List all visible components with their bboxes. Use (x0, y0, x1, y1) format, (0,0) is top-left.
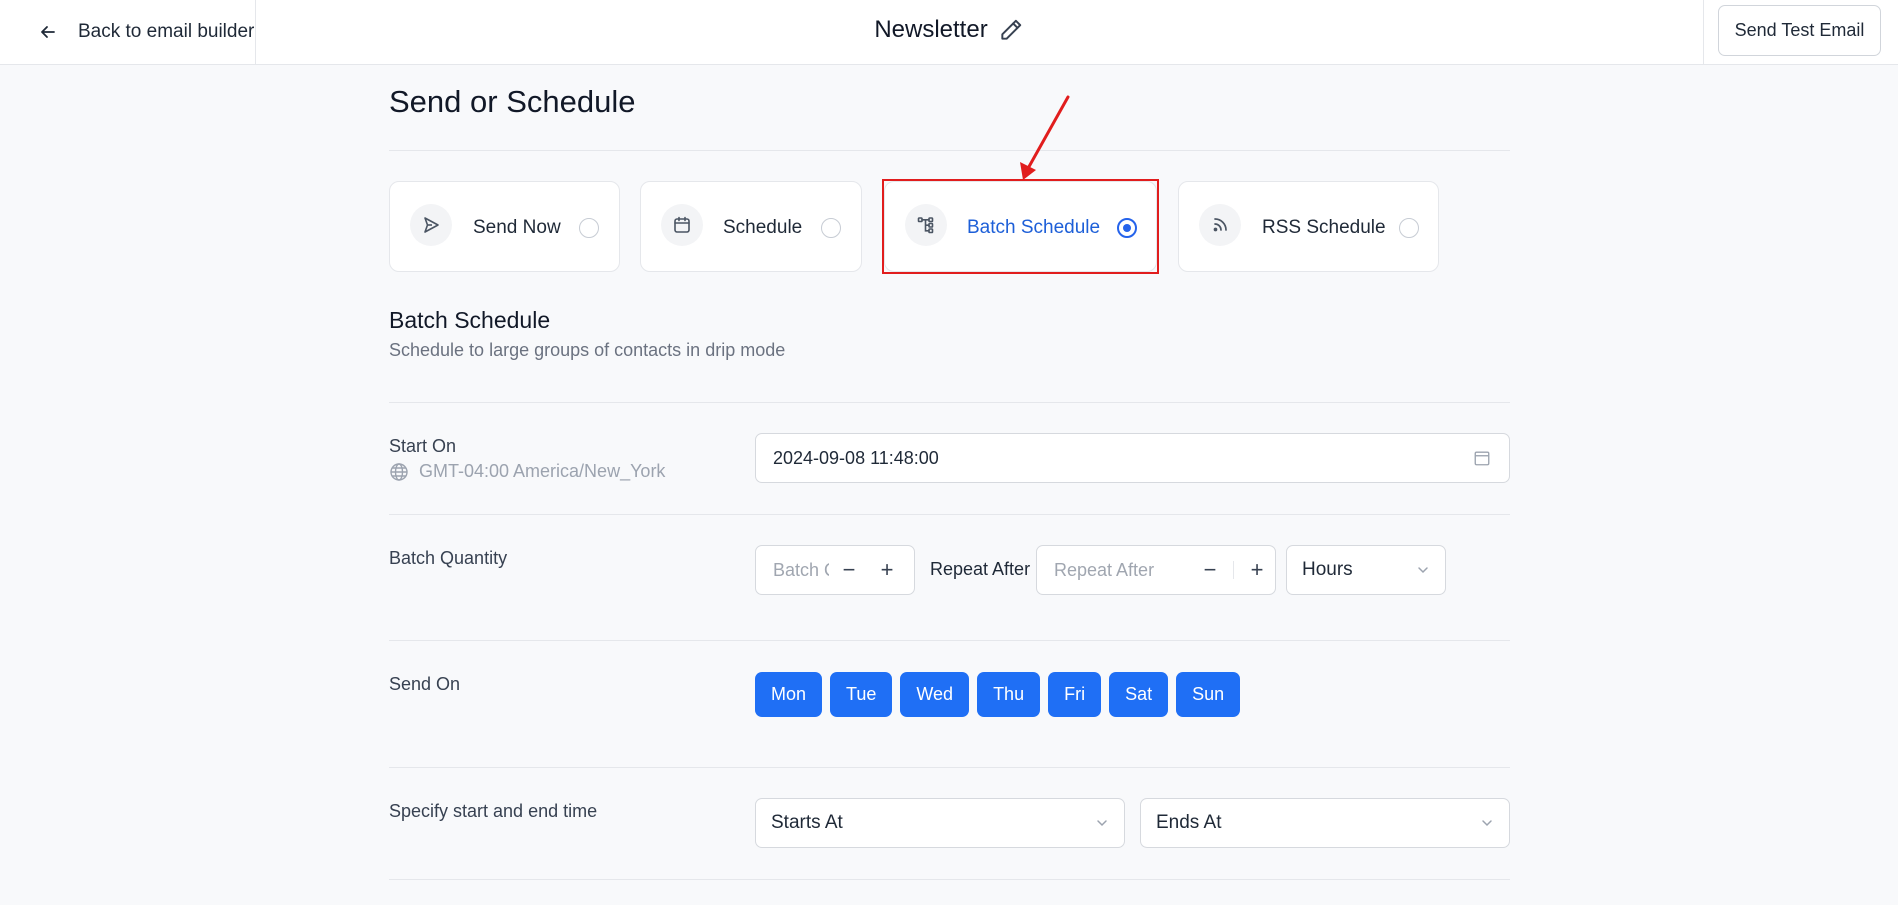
day-fri-button[interactable]: Fri (1048, 672, 1102, 717)
ends-at-select[interactable]: Ends At (1140, 798, 1510, 848)
chevron-down-icon (1482, 820, 1492, 827)
radio-schedule[interactable] (821, 218, 841, 238)
calendar-icon[interactable] (1473, 449, 1491, 467)
option-label: Send Now (473, 217, 561, 238)
option-schedule[interactable]: Schedule (640, 181, 862, 272)
day-wed-button[interactable]: Wed (900, 672, 970, 717)
divider (389, 879, 1510, 880)
page-title: Newsletter (874, 16, 988, 43)
repeat-after-stepper: − + (1195, 555, 1272, 585)
batch-quantity-stepper: − + (834, 555, 902, 585)
chevron-down-icon (1097, 820, 1107, 827)
day-sun-button[interactable]: Sun (1176, 672, 1241, 717)
title-group: Newsletter (0, 16, 1898, 44)
decrement-button[interactable]: − (834, 555, 864, 585)
repeat-unit-select[interactable]: Hours (1286, 545, 1446, 595)
ends-at-value: Ends At (1156, 812, 1222, 833)
batch-quantity-placeholder: Batch Quantity (773, 559, 829, 580)
increment-button[interactable]: + (1242, 555, 1272, 585)
section-heading: Send or Schedule (389, 84, 636, 119)
timezone-text: GMT-04:00 America/New_York (419, 461, 666, 481)
day-tue-button[interactable]: Tue (830, 672, 893, 717)
highlight-box (882, 179, 1159, 274)
send-icon (410, 204, 452, 246)
time-window-label: Specify start and end time (389, 801, 598, 821)
batch-section-subtitle: Schedule to large groups of contacts in … (389, 340, 786, 360)
pencil-icon[interactable] (998, 17, 1024, 43)
send-test-email-button[interactable]: Send Test Email (1718, 5, 1881, 56)
option-send-now[interactable]: Send Now (389, 181, 620, 272)
start-date-input[interactable]: 2024-09-08 11:48:00 (755, 433, 1510, 483)
starts-at-value: Starts At (771, 812, 843, 833)
divider (389, 767, 1510, 768)
radio-rss-schedule[interactable] (1399, 218, 1419, 238)
chevron-down-icon (1418, 567, 1428, 574)
calendar-icon (661, 204, 703, 246)
day-mon-button[interactable]: Mon (755, 672, 823, 717)
start-on-label: Start On (389, 436, 457, 456)
batch-quantity-label: Batch Quantity (389, 548, 508, 568)
send-on-label: Send On (389, 674, 461, 694)
divider (1703, 0, 1704, 65)
option-label: RSS Schedule (1262, 217, 1386, 238)
repeat-after-placeholder: Repeat After (1054, 559, 1155, 580)
timezone: GMT-04:00 America/New_York (389, 461, 665, 482)
divider (389, 150, 1510, 151)
annotation-arrow-icon (1020, 95, 1070, 180)
divider (389, 402, 1510, 403)
repeat-unit-value: Hours (1302, 559, 1353, 580)
repeat-after-label: Repeat After (930, 559, 1031, 579)
divider (1233, 561, 1234, 579)
top-bar: Back to email builder Newsletter Send Te… (0, 0, 1898, 65)
option-rss-schedule[interactable]: RSS Schedule (1178, 181, 1439, 272)
globe-icon (390, 462, 408, 481)
increment-button[interactable]: + (872, 555, 902, 585)
day-thu-button[interactable]: Thu (977, 672, 1041, 717)
rss-icon (1199, 204, 1241, 246)
start-date-value: 2024-09-08 11:48:00 (773, 447, 939, 468)
decrement-button[interactable]: − (1195, 555, 1225, 585)
starts-at-select[interactable]: Starts At (755, 798, 1125, 848)
divider (389, 640, 1510, 641)
radio-send-now[interactable] (579, 218, 599, 238)
divider (389, 514, 1510, 515)
option-label: Schedule (723, 217, 803, 238)
weekday-buttons: Mon Tue Wed Thu Fri Sat Sun (755, 672, 1241, 717)
day-sat-button[interactable]: Sat (1109, 672, 1169, 717)
batch-section-title: Batch Schedule (389, 307, 551, 333)
